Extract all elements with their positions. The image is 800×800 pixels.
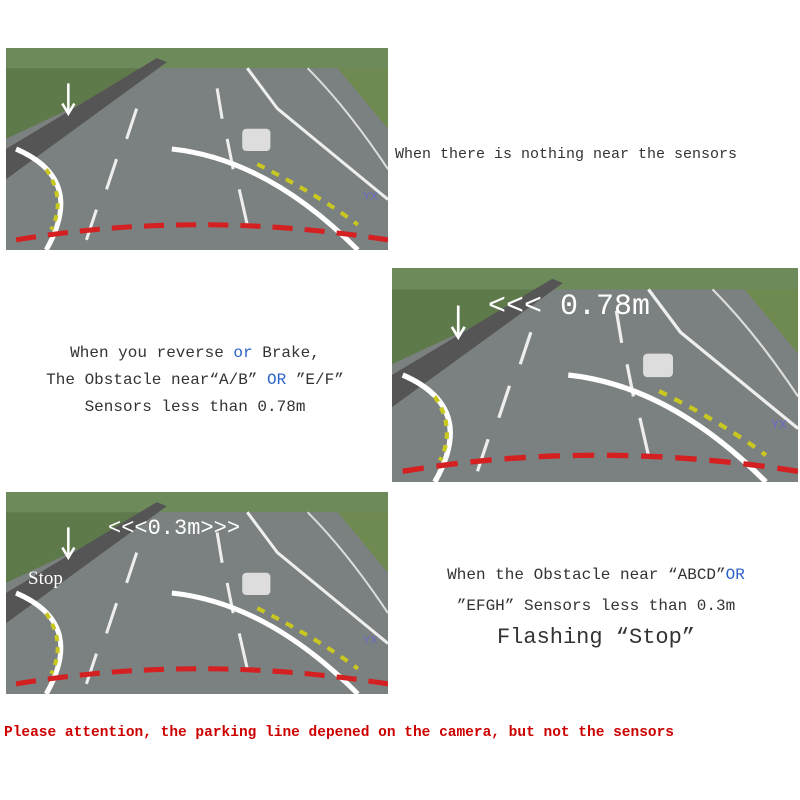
text: ”EFGH” Sensors less than 0.3m	[456, 597, 736, 615]
text: When you reverse	[70, 344, 234, 362]
text-or: OR	[267, 371, 287, 389]
distance-overlay: <<<0.3m>>>	[108, 516, 241, 541]
camera-view-2: YX <<< 0.78m	[392, 268, 798, 482]
footer-note: Please attention, the parking line depen…	[4, 725, 675, 741]
svg-text:YX: YX	[771, 418, 787, 431]
text-or: or	[233, 344, 253, 362]
svg-text:YX: YX	[363, 190, 378, 202]
svg-text:YX: YX	[363, 634, 378, 646]
camera-view-1: YX	[6, 48, 388, 250]
text: The Obstacle near“A/B”	[46, 371, 268, 389]
camera-view-3: YX <<<0.3m>>> Stop	[6, 492, 388, 694]
text-or: OR	[725, 566, 745, 584]
text: Flashing “Stop”	[496, 625, 696, 650]
text: When the Obstacle near “ABCD”	[447, 566, 726, 584]
text: Brake,	[252, 344, 320, 362]
caption-2: When you reverse or Brake, The Obstacle …	[0, 340, 390, 421]
distance-overlay: <<< 0.78m	[488, 290, 651, 324]
text: ”E/F”	[286, 371, 344, 389]
text: Sensors less than 0.78m	[84, 398, 306, 416]
caption-3: When the Obstacle near “ABCD”OR ”EFGH” S…	[392, 560, 800, 653]
caption-1: When there is nothing near the sensors	[395, 146, 738, 163]
stop-warning: Stop	[28, 568, 63, 589]
